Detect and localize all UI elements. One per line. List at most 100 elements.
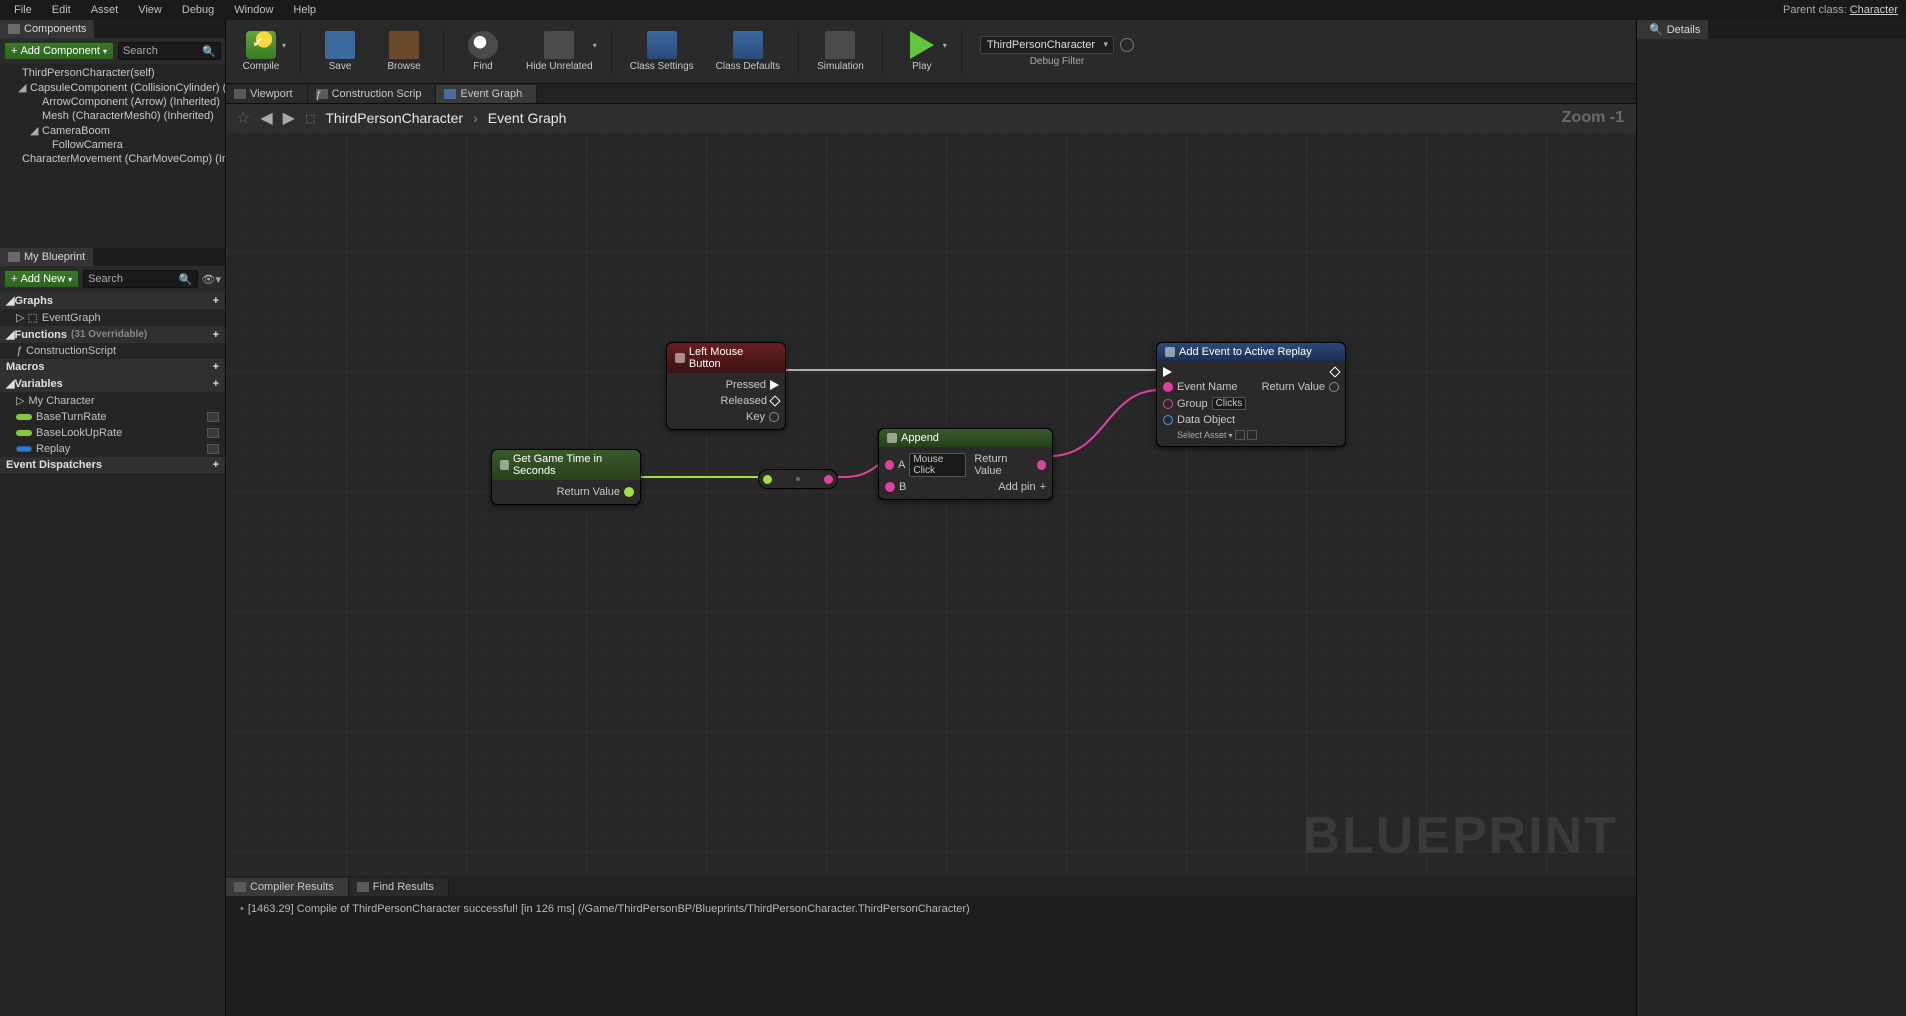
variables-group-mycharacter[interactable]: ▷ My Character <box>0 392 225 409</box>
category-icon[interactable] <box>207 428 219 438</box>
section-variables[interactable]: ◢Variables+ <box>0 375 225 392</box>
node-append[interactable]: Append AMouse Click Return Value B Add p… <box>878 428 1053 500</box>
event-graph-canvas[interactable]: Left Mouse Button Pressed Released Key G… <box>226 132 1636 876</box>
eye-icon[interactable]: 👁▾ <box>202 273 222 286</box>
tab-eventgraph[interactable]: Event Graph <box>436 85 537 103</box>
components-tab[interactable]: Components <box>0 20 94 38</box>
add-graph-button[interactable]: + <box>213 295 219 307</box>
node-float-to-string[interactable] <box>758 469 838 489</box>
function-icon: ƒ <box>316 89 328 99</box>
bottom-tabs: Compiler Results Find Results <box>226 876 1636 896</box>
myblueprint-search[interactable]: Search🔍 <box>83 270 197 288</box>
add-variable-button[interactable]: + <box>213 378 219 390</box>
favorite-icon[interactable]: ☆ <box>236 108 250 128</box>
debug-filter: ThirdPersonCharacter Debug Filter <box>980 36 1134 67</box>
pin-exec-out[interactable] <box>1331 368 1339 376</box>
compile-button[interactable]: Compile▾ <box>234 29 288 74</box>
pin-return-value[interactable]: Return Value <box>1262 381 1339 393</box>
browse-icon <box>389 31 419 59</box>
breadcrumb-asset[interactable]: ThirdPersonCharacter <box>325 110 463 126</box>
section-event-dispatchers[interactable]: Event Dispatchers+ <box>0 457 225 473</box>
myblueprint-tab[interactable]: My Blueprint <box>0 248 93 266</box>
node-add-event-to-replay[interactable]: Add Event to Active Replay Event Name Re… <box>1156 342 1346 447</box>
details-tab[interactable]: 🔍Details <box>1637 20 1708 39</box>
pin-released[interactable]: Released <box>721 395 779 407</box>
tab-find-results[interactable]: Find Results <box>349 878 449 896</box>
pin-group[interactable]: GroupClicks <box>1163 397 1246 410</box>
nav-forward-button[interactable]: ▶ <box>283 108 295 128</box>
node-left-mouse-button[interactable]: Left Mouse Button Pressed Released Key <box>666 342 786 430</box>
pin-key[interactable]: Key <box>746 411 779 423</box>
section-functions[interactable]: ◢Functions(31 Overridable)+ <box>0 326 225 343</box>
component-item[interactable]: ArrowComponent (Arrow) (Inherited) <box>0 95 225 109</box>
play-button[interactable]: Play▾ <box>895 29 949 74</box>
hide-unrelated-button[interactable]: Hide Unrelated▾ <box>520 29 599 74</box>
class-defaults-button[interactable]: Class Defaults <box>710 29 786 74</box>
graph-item-eventgraph[interactable]: ▷ ⬚ EventGraph <box>0 309 225 326</box>
pin-append-b[interactable]: B <box>885 481 906 493</box>
browse-button[interactable]: Browse <box>377 29 431 74</box>
category-icon[interactable] <box>207 444 219 454</box>
graph-icon: ⬚ <box>305 112 315 125</box>
menu-debug[interactable]: Debug <box>172 2 224 18</box>
asset-browse-icon[interactable] <box>1247 430 1257 440</box>
node-get-game-time[interactable]: Get Game Time in Seconds Return Value <box>491 449 641 505</box>
menu-asset[interactable]: Asset <box>81 2 129 18</box>
pin-conv-in[interactable] <box>763 475 772 484</box>
variable-item[interactable]: BaseLookUpRate <box>0 425 225 441</box>
add-new-button[interactable]: + Add New ▾ <box>4 270 79 288</box>
menu-file[interactable]: File <box>4 2 42 18</box>
pin-data-object[interactable]: Data Object Select Asset▾ <box>1163 414 1257 440</box>
function-constructionscript[interactable]: ƒ ConstructionScript <box>0 343 225 359</box>
graph-tabs: Viewport ƒConstruction Scrip Event Graph <box>226 84 1636 104</box>
asset-picker-icon[interactable] <box>1235 430 1245 440</box>
menu-edit[interactable]: Edit <box>42 2 81 18</box>
component-item[interactable]: ◢CapsuleComponent (CollisionCylinder) (I… <box>0 80 225 95</box>
category-icon[interactable] <box>207 412 219 422</box>
menu-view[interactable]: View <box>128 2 172 18</box>
class-settings-button[interactable]: Class Settings <box>624 29 700 74</box>
component-item[interactable]: ThirdPersonCharacter(self) <box>0 66 225 80</box>
pin-pressed[interactable]: Pressed <box>726 379 779 391</box>
debug-target-dropdown[interactable]: ThirdPersonCharacter <box>980 36 1114 54</box>
center-area: Compile▾ Save Browse Find Hide Unrelated… <box>226 20 1636 1016</box>
debug-filter-label: Debug Filter <box>1030 56 1084 67</box>
section-macros[interactable]: Macros+ <box>0 359 225 375</box>
components-search[interactable]: Search🔍 <box>118 42 221 60</box>
find-button[interactable]: Find <box>456 29 510 74</box>
menubar: File Edit Asset View Debug Window Help P… <box>0 0 1906 20</box>
add-macro-button[interactable]: + <box>213 361 219 373</box>
lens-icon[interactable] <box>1120 38 1134 52</box>
pin-exec-in[interactable] <box>1163 367 1172 377</box>
tab-compiler-results[interactable]: Compiler Results <box>226 878 349 896</box>
tab-viewport[interactable]: Viewport <box>226 85 308 103</box>
book-icon <box>8 252 20 262</box>
function-icon <box>1165 347 1175 357</box>
menu-help[interactable]: Help <box>283 2 326 18</box>
pin-event-name[interactable]: Event Name <box>1163 381 1238 393</box>
pin-gametime-return[interactable]: Return Value <box>557 486 634 498</box>
add-function-button[interactable]: + <box>213 329 219 341</box>
component-item[interactable]: ◢CameraBoom <box>0 123 225 138</box>
pin-append-a[interactable]: AMouse Click <box>885 453 966 477</box>
component-item[interactable]: CharacterMovement (CharMoveComp) (Inher <box>0 152 225 166</box>
pin-append-return[interactable]: Return Value <box>974 453 1046 477</box>
add-component-button[interactable]: + Add Component ▾ <box>4 42 114 60</box>
component-item[interactable]: Mesh (CharacterMesh0) (Inherited) <box>0 109 225 123</box>
left-sidebar: Components + Add Component ▾ Search🔍 Thi… <box>0 20 226 1016</box>
watermark: BLUEPRINT <box>1302 806 1618 866</box>
tab-constructionscript[interactable]: ƒConstruction Scrip <box>308 85 437 103</box>
simulation-button[interactable]: Simulation <box>811 29 870 74</box>
component-item[interactable]: FollowCamera <box>0 138 225 152</box>
breadcrumb-graph[interactable]: Event Graph <box>488 110 567 126</box>
menu-window[interactable]: Window <box>224 2 283 18</box>
add-dispatcher-button[interactable]: + <box>213 459 219 471</box>
nav-back-button[interactable]: ◀ <box>260 108 272 128</box>
section-graphs[interactable]: ◢Graphs+ <box>0 292 225 309</box>
parent-class-link[interactable]: Character <box>1850 4 1898 16</box>
variable-item[interactable]: BaseTurnRate <box>0 409 225 425</box>
pin-conv-out[interactable] <box>824 475 833 484</box>
append-add-pin[interactable]: Add pin + <box>998 481 1046 493</box>
variable-item[interactable]: Replay <box>0 441 225 457</box>
save-button[interactable]: Save <box>313 29 367 74</box>
